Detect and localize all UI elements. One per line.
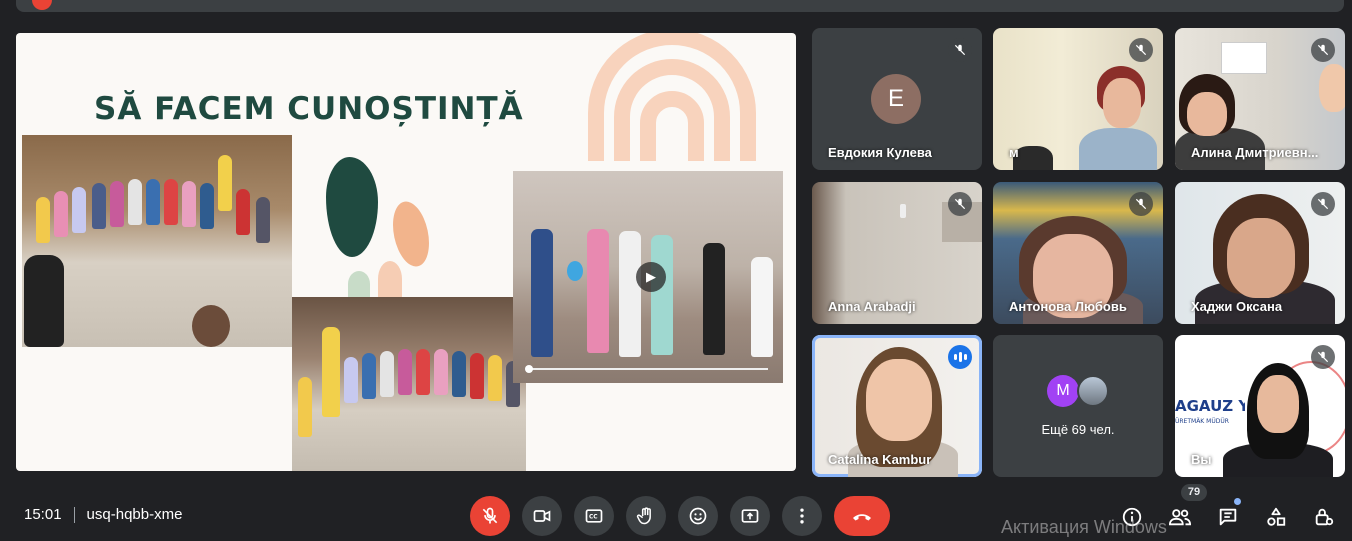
- gagauz-logo: AGAUZ YER ÜRETMÄK MÜDÜR: [1175, 361, 1271, 451]
- meeting-info: 15:01 usq-hqbb-xme: [24, 506, 182, 523]
- present-screen-button[interactable]: [730, 496, 770, 536]
- participant-tile[interactable]: м: [993, 28, 1163, 170]
- participant-name: Алина Дмитриевн...: [1191, 145, 1319, 160]
- raise-hand-button[interactable]: [626, 496, 666, 536]
- mic-off-icon: [948, 38, 972, 62]
- video-progress-bar[interactable]: [525, 365, 768, 373]
- participant-name: Хаджи Оксана: [1191, 299, 1283, 314]
- chat-button[interactable]: [1214, 503, 1242, 531]
- people-icon: [1168, 509, 1192, 526]
- mic-off-icon: [948, 192, 972, 216]
- meeting-code: usq-hqbb-xme: [86, 506, 183, 523]
- mic-off-icon: [1311, 38, 1335, 62]
- classroom-photo-1: [22, 135, 292, 347]
- emoji-icon: [689, 507, 707, 525]
- speaking-indicator-icon: [948, 345, 972, 369]
- rainbow-decoration: [588, 33, 756, 161]
- activities-button[interactable]: [1262, 503, 1290, 531]
- call-end-icon: [853, 514, 871, 521]
- video-progress-knob[interactable]: [525, 365, 533, 373]
- mint-shape-decoration: [348, 271, 370, 297]
- avatar: E: [871, 74, 921, 124]
- participant-tile[interactable]: Хаджи Оксана: [1175, 182, 1345, 324]
- svg-text:CC: CC: [589, 515, 598, 521]
- more-vert-icon: [800, 508, 804, 524]
- mic-toggle-button[interactable]: [470, 496, 510, 536]
- pink-shape-decoration: [378, 261, 402, 297]
- participant-name: Антонова Любовь: [1009, 299, 1127, 314]
- participant-tile-self[interactable]: AGAUZ YER ÜRETMÄK MÜDÜR Вы: [1175, 335, 1345, 477]
- more-participants-tile[interactable]: M Ещё 69 чел.: [993, 335, 1163, 477]
- participant-name: Catalina Kambur: [828, 452, 932, 467]
- svg-text:ÜRETMÄK MÜDÜR: ÜRETMÄK MÜDÜR: [1175, 418, 1229, 425]
- more-participants-label: Ещё 69 чел.: [1041, 422, 1115, 437]
- mic-off-icon: [1129, 192, 1153, 216]
- activities-icon: [1267, 507, 1286, 526]
- captions-button[interactable]: CC: [574, 496, 614, 536]
- participant-name: Вы: [1191, 452, 1212, 467]
- mic-off-icon: [1311, 192, 1335, 216]
- participant-name: Евдокия Кулева: [828, 145, 932, 160]
- participant-tile-active[interactable]: Catalina Kambur: [812, 335, 982, 477]
- participant-name: Anna Arabadji: [828, 299, 916, 314]
- mic-off-icon: [1129, 38, 1153, 62]
- participant-tile[interactable]: Anna Arabadji: [812, 182, 982, 324]
- classroom-photo-2: [292, 297, 526, 471]
- mic-off-icon: [482, 507, 498, 524]
- avatar: M: [1047, 375, 1079, 407]
- divider: [73, 506, 75, 523]
- presentation-slide: SĂ FACEM CUNOȘTINȚĂ ▶: [16, 33, 796, 471]
- more-options-button[interactable]: [782, 496, 822, 536]
- participant-name: м: [1009, 145, 1019, 160]
- camera-toggle-button[interactable]: [522, 496, 562, 536]
- avatar: [1077, 375, 1109, 407]
- leave-call-button[interactable]: [834, 496, 890, 536]
- participant-count-badge: 79: [1181, 484, 1207, 501]
- reactions-button[interactable]: [678, 496, 718, 536]
- videocam-icon: [533, 510, 551, 522]
- captions-icon: CC: [585, 509, 603, 523]
- host-controls-button[interactable]: [1310, 503, 1338, 531]
- host-controls-icon: [1315, 508, 1334, 526]
- more-participants-avatars: M: [1047, 375, 1111, 407]
- participant-tile[interactable]: Алина Дмитриевн...: [1175, 28, 1345, 170]
- raise-hand-icon: [636, 507, 651, 525]
- peach-blob-decoration: [387, 198, 435, 270]
- recording-dot: [32, 0, 52, 10]
- present-icon: [741, 509, 759, 523]
- top-banner: [16, 0, 1344, 12]
- participant-tile[interactable]: E Евдокия Кулева: [812, 28, 982, 170]
- slide-title: SĂ FACEM CUNOȘTINȚĂ: [94, 91, 524, 127]
- dark-blob-decoration: [326, 157, 378, 257]
- svg-text:AGAUZ YER: AGAUZ YER: [1175, 397, 1245, 415]
- chat-icon: [1219, 508, 1237, 526]
- participant-tile[interactable]: Антонова Любовь: [993, 182, 1163, 324]
- play-icon[interactable]: ▶: [636, 262, 666, 292]
- windows-activation-watermark: Активация Windows: [1001, 517, 1167, 537]
- meeting-time: 15:01: [24, 506, 62, 523]
- mic-off-icon: [1311, 345, 1335, 369]
- chat-notification-dot: [1234, 498, 1241, 505]
- people-button[interactable]: [1166, 503, 1194, 531]
